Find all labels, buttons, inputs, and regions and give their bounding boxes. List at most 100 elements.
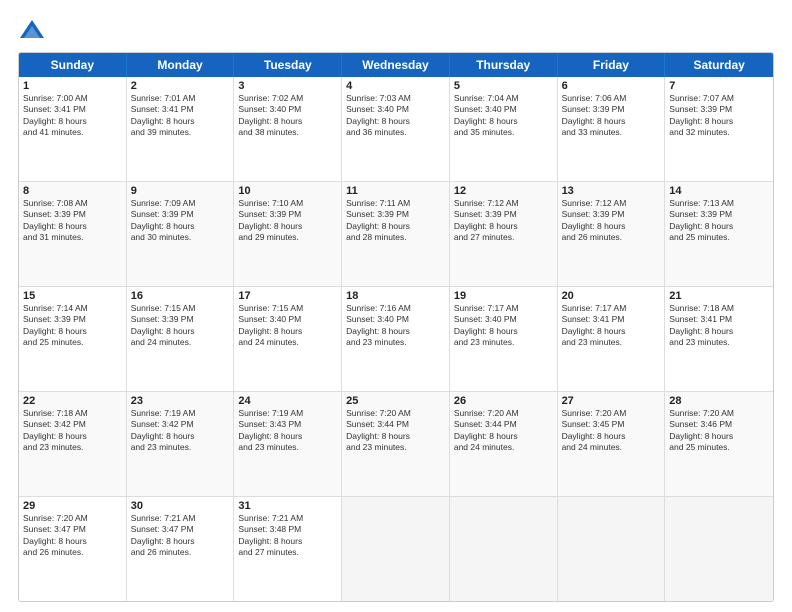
- day-cell-8: 8Sunrise: 7:08 AMSunset: 3:39 PMDaylight…: [19, 182, 127, 286]
- day-cell-23: 23Sunrise: 7:19 AMSunset: 3:42 PMDayligh…: [127, 392, 235, 496]
- day-number: 28: [669, 395, 769, 407]
- day-info: Sunrise: 7:20 AMSunset: 3:44 PMDaylight:…: [346, 408, 445, 454]
- day-number: 21: [669, 290, 769, 302]
- day-number: 24: [238, 395, 337, 407]
- day-info: Sunrise: 7:17 AMSunset: 3:41 PMDaylight:…: [562, 303, 661, 349]
- day-number: 6: [562, 80, 661, 92]
- day-info: Sunrise: 7:14 AMSunset: 3:39 PMDaylight:…: [23, 303, 122, 349]
- header: [18, 16, 774, 44]
- day-info: Sunrise: 7:18 AMSunset: 3:41 PMDaylight:…: [669, 303, 769, 349]
- day-number: 31: [238, 500, 337, 512]
- day-info: Sunrise: 7:17 AMSunset: 3:40 PMDaylight:…: [454, 303, 553, 349]
- header-day-sunday: Sunday: [19, 53, 127, 77]
- day-number: 13: [562, 185, 661, 197]
- day-number: 4: [346, 80, 445, 92]
- day-cell-3: 3Sunrise: 7:02 AMSunset: 3:40 PMDaylight…: [234, 77, 342, 181]
- empty-cell: [558, 497, 666, 601]
- header-day-tuesday: Tuesday: [234, 53, 342, 77]
- day-cell-29: 29Sunrise: 7:20 AMSunset: 3:47 PMDayligh…: [19, 497, 127, 601]
- day-number: 30: [131, 500, 230, 512]
- day-cell-22: 22Sunrise: 7:18 AMSunset: 3:42 PMDayligh…: [19, 392, 127, 496]
- day-info: Sunrise: 7:11 AMSunset: 3:39 PMDaylight:…: [346, 198, 445, 244]
- day-cell-27: 27Sunrise: 7:20 AMSunset: 3:45 PMDayligh…: [558, 392, 666, 496]
- day-number: 12: [454, 185, 553, 197]
- day-info: Sunrise: 7:12 AMSunset: 3:39 PMDaylight:…: [454, 198, 553, 244]
- day-info: Sunrise: 7:12 AMSunset: 3:39 PMDaylight:…: [562, 198, 661, 244]
- day-info: Sunrise: 7:07 AMSunset: 3:39 PMDaylight:…: [669, 93, 769, 139]
- calendar-header: SundayMondayTuesdayWednesdayThursdayFrid…: [19, 53, 773, 77]
- day-number: 8: [23, 185, 122, 197]
- header-day-friday: Friday: [558, 53, 666, 77]
- empty-cell: [450, 497, 558, 601]
- day-number: 19: [454, 290, 553, 302]
- day-number: 22: [23, 395, 122, 407]
- day-cell-16: 16Sunrise: 7:15 AMSunset: 3:39 PMDayligh…: [127, 287, 235, 391]
- day-info: Sunrise: 7:20 AMSunset: 3:47 PMDaylight:…: [23, 513, 122, 559]
- calendar: SundayMondayTuesdayWednesdayThursdayFrid…: [18, 52, 774, 602]
- day-number: 27: [562, 395, 661, 407]
- day-info: Sunrise: 7:21 AMSunset: 3:48 PMDaylight:…: [238, 513, 337, 559]
- day-cell-2: 2Sunrise: 7:01 AMSunset: 3:41 PMDaylight…: [127, 77, 235, 181]
- header-day-thursday: Thursday: [450, 53, 558, 77]
- day-number: 11: [346, 185, 445, 197]
- calendar-row-5: 29Sunrise: 7:20 AMSunset: 3:47 PMDayligh…: [19, 497, 773, 601]
- day-number: 15: [23, 290, 122, 302]
- calendar-row-2: 8Sunrise: 7:08 AMSunset: 3:39 PMDaylight…: [19, 182, 773, 287]
- day-number: 26: [454, 395, 553, 407]
- day-number: 3: [238, 80, 337, 92]
- day-info: Sunrise: 7:20 AMSunset: 3:45 PMDaylight:…: [562, 408, 661, 454]
- day-info: Sunrise: 7:21 AMSunset: 3:47 PMDaylight:…: [131, 513, 230, 559]
- day-number: 5: [454, 80, 553, 92]
- day-info: Sunrise: 7:19 AMSunset: 3:43 PMDaylight:…: [238, 408, 337, 454]
- day-cell-18: 18Sunrise: 7:16 AMSunset: 3:40 PMDayligh…: [342, 287, 450, 391]
- header-day-monday: Monday: [127, 53, 235, 77]
- day-info: Sunrise: 7:09 AMSunset: 3:39 PMDaylight:…: [131, 198, 230, 244]
- page: SundayMondayTuesdayWednesdayThursdayFrid…: [0, 0, 792, 612]
- day-cell-19: 19Sunrise: 7:17 AMSunset: 3:40 PMDayligh…: [450, 287, 558, 391]
- day-info: Sunrise: 7:06 AMSunset: 3:39 PMDaylight:…: [562, 93, 661, 139]
- day-info: Sunrise: 7:08 AMSunset: 3:39 PMDaylight:…: [23, 198, 122, 244]
- day-info: Sunrise: 7:10 AMSunset: 3:39 PMDaylight:…: [238, 198, 337, 244]
- day-info: Sunrise: 7:20 AMSunset: 3:46 PMDaylight:…: [669, 408, 769, 454]
- day-cell-28: 28Sunrise: 7:20 AMSunset: 3:46 PMDayligh…: [665, 392, 773, 496]
- day-number: 29: [23, 500, 122, 512]
- day-info: Sunrise: 7:02 AMSunset: 3:40 PMDaylight:…: [238, 93, 337, 139]
- day-cell-9: 9Sunrise: 7:09 AMSunset: 3:39 PMDaylight…: [127, 182, 235, 286]
- calendar-row-4: 22Sunrise: 7:18 AMSunset: 3:42 PMDayligh…: [19, 392, 773, 497]
- day-info: Sunrise: 7:16 AMSunset: 3:40 PMDaylight:…: [346, 303, 445, 349]
- day-cell-30: 30Sunrise: 7:21 AMSunset: 3:47 PMDayligh…: [127, 497, 235, 601]
- header-day-saturday: Saturday: [665, 53, 773, 77]
- day-info: Sunrise: 7:20 AMSunset: 3:44 PMDaylight:…: [454, 408, 553, 454]
- day-info: Sunrise: 7:13 AMSunset: 3:39 PMDaylight:…: [669, 198, 769, 244]
- day-cell-6: 6Sunrise: 7:06 AMSunset: 3:39 PMDaylight…: [558, 77, 666, 181]
- day-info: Sunrise: 7:18 AMSunset: 3:42 PMDaylight:…: [23, 408, 122, 454]
- calendar-row-3: 15Sunrise: 7:14 AMSunset: 3:39 PMDayligh…: [19, 287, 773, 392]
- day-info: Sunrise: 7:03 AMSunset: 3:40 PMDaylight:…: [346, 93, 445, 139]
- day-info: Sunrise: 7:01 AMSunset: 3:41 PMDaylight:…: [131, 93, 230, 139]
- day-number: 17: [238, 290, 337, 302]
- day-number: 18: [346, 290, 445, 302]
- day-info: Sunrise: 7:15 AMSunset: 3:39 PMDaylight:…: [131, 303, 230, 349]
- logo-icon: [18, 16, 46, 44]
- day-number: 1: [23, 80, 122, 92]
- day-number: 2: [131, 80, 230, 92]
- day-cell-1: 1Sunrise: 7:00 AMSunset: 3:41 PMDaylight…: [19, 77, 127, 181]
- header-day-wednesday: Wednesday: [342, 53, 450, 77]
- day-cell-21: 21Sunrise: 7:18 AMSunset: 3:41 PMDayligh…: [665, 287, 773, 391]
- day-number: 14: [669, 185, 769, 197]
- day-cell-20: 20Sunrise: 7:17 AMSunset: 3:41 PMDayligh…: [558, 287, 666, 391]
- day-number: 9: [131, 185, 230, 197]
- day-cell-12: 12Sunrise: 7:12 AMSunset: 3:39 PMDayligh…: [450, 182, 558, 286]
- day-number: 25: [346, 395, 445, 407]
- empty-cell: [342, 497, 450, 601]
- calendar-row-1: 1Sunrise: 7:00 AMSunset: 3:41 PMDaylight…: [19, 77, 773, 182]
- day-number: 16: [131, 290, 230, 302]
- day-cell-26: 26Sunrise: 7:20 AMSunset: 3:44 PMDayligh…: [450, 392, 558, 496]
- day-number: 23: [131, 395, 230, 407]
- day-info: Sunrise: 7:19 AMSunset: 3:42 PMDaylight:…: [131, 408, 230, 454]
- day-number: 10: [238, 185, 337, 197]
- day-cell-7: 7Sunrise: 7:07 AMSunset: 3:39 PMDaylight…: [665, 77, 773, 181]
- day-cell-11: 11Sunrise: 7:11 AMSunset: 3:39 PMDayligh…: [342, 182, 450, 286]
- day-info: Sunrise: 7:00 AMSunset: 3:41 PMDaylight:…: [23, 93, 122, 139]
- day-cell-13: 13Sunrise: 7:12 AMSunset: 3:39 PMDayligh…: [558, 182, 666, 286]
